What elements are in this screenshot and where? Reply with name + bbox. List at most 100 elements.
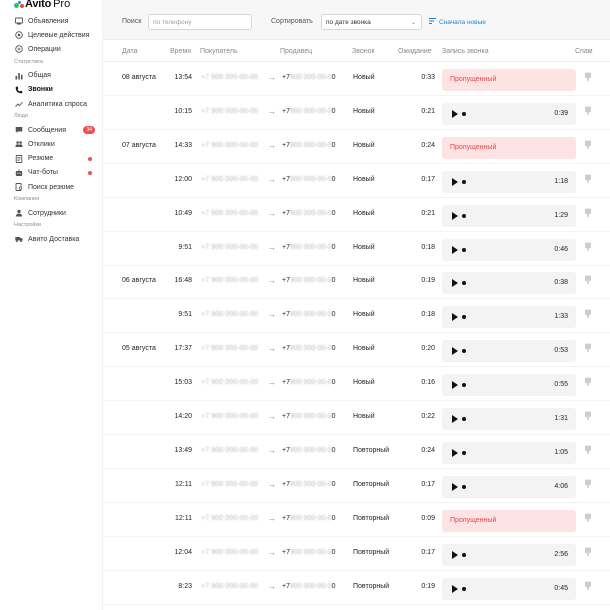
seller-phone[interactable]: +7900 000-00-00: [282, 447, 336, 454]
buyer-phone[interactable]: +7 900 000-00-00: [201, 311, 258, 318]
buyer-phone[interactable]: +7 900 000-00-00: [201, 74, 258, 81]
seller-phone[interactable]: +7900 000-00-00: [282, 74, 336, 81]
sidebar-item[interactable]: Объявления: [15, 15, 101, 27]
audio-player[interactable]: 1:05: [442, 441, 576, 464]
spam-thumb-down-icon[interactable]: [584, 140, 592, 150]
audio-player[interactable]: 0:39: [442, 102, 576, 125]
avito-pro-logo[interactable]: Avito Pro: [14, 0, 70, 11]
audio-progress-knob[interactable]: [462, 213, 466, 218]
spam-thumb-down-icon[interactable]: [584, 343, 592, 353]
seller-phone[interactable]: +7900 000-00-00: [282, 413, 336, 420]
play-icon[interactable]: [452, 550, 458, 559]
seller-phone[interactable]: +7900 000-00-00: [282, 481, 336, 488]
audio-player[interactable]: 0:46: [442, 238, 576, 261]
table-row[interactable]: 08 августа 13:54 +7 900 000-00-00 → +7900 00…: [103, 62, 610, 96]
spam-thumb-down-icon[interactable]: [584, 309, 592, 319]
table-row[interactable]: 13:49 +7 900 000-00-00 → +7900 000-00-00 Пов…: [103, 435, 610, 469]
audio-player[interactable]: 1:33: [442, 306, 576, 329]
audio-progress-knob[interactable]: [462, 552, 466, 557]
audio-progress-knob[interactable]: [462, 450, 466, 455]
play-icon[interactable]: [452, 279, 458, 288]
play-icon[interactable]: [452, 415, 458, 423]
play-icon[interactable]: [452, 448, 458, 457]
play-icon[interactable]: [452, 245, 458, 254]
seller-phone[interactable]: +7900 000-00-00: [282, 244, 336, 251]
spam-thumb-down-icon[interactable]: [584, 547, 592, 557]
spam-thumb-down-icon[interactable]: [584, 445, 592, 455]
play-icon[interactable]: [452, 381, 458, 390]
buyer-phone[interactable]: +7 900 000-00-00: [201, 379, 258, 386]
buyer-phone[interactable]: +7 900 000-00-00: [201, 515, 258, 522]
audio-player[interactable]: 0:45: [442, 577, 576, 600]
spam-thumb-down-icon[interactable]: [584, 208, 592, 218]
seller-phone[interactable]: +7900 000-00-00: [282, 345, 336, 352]
play-icon[interactable]: [452, 109, 458, 118]
phone-search-input[interactable]: [148, 14, 252, 30]
seller-phone[interactable]: +7900 000-00-00: [282, 549, 336, 556]
seller-phone[interactable]: +7900 000-00-00: [282, 277, 336, 284]
table-row[interactable]: 12:00 +7 900 000-00-00 → +7900 000-00-00 Нов…: [103, 164, 610, 198]
spam-thumb-down-icon[interactable]: [584, 106, 592, 116]
play-icon[interactable]: [452, 347, 458, 356]
audio-player[interactable]: 0:38: [442, 272, 576, 295]
buyer-phone[interactable]: +7 900 000-00-00: [201, 583, 258, 590]
table-row[interactable]: 9:51 +7 900 000-00-00 → +7900 000-00-00 Новы…: [103, 299, 610, 334]
play-icon[interactable]: [452, 482, 458, 491]
audio-player[interactable]: 1:18: [442, 170, 576, 193]
audio-progress-knob[interactable]: [462, 247, 466, 252]
sidebar-item[interactable]: Поиск резюме: [15, 181, 101, 193]
buyer-phone[interactable]: +7 900 000-00-00: [201, 108, 258, 115]
spam-thumb-down-icon[interactable]: [584, 513, 592, 523]
table-row[interactable]: 06 августа 16:48 +7 900 000-00-00 → +7900 00…: [103, 265, 610, 300]
sidebar-item[interactable]: Сообщения 34: [15, 124, 101, 136]
buyer-phone[interactable]: +7 900 000-00-00: [201, 481, 258, 488]
audio-player[interactable]: 1:29: [442, 204, 576, 227]
audio-progress-knob[interactable]: [462, 179, 466, 184]
spam-thumb-down-icon[interactable]: [584, 72, 592, 82]
audio-progress-knob[interactable]: [462, 349, 466, 354]
sidebar-item[interactable]: Авито Доставка: [15, 233, 101, 245]
table-row[interactable]: 8:23 +7 900 000-00-00 → +7900 000-00-00 Повт…: [103, 571, 610, 605]
sidebar-item[interactable]: Чат-боты: [15, 167, 101, 179]
buyer-phone[interactable]: +7 900 000-00-00: [201, 447, 258, 454]
buyer-phone[interactable]: +7 900 000-00-00: [201, 210, 258, 217]
table-row[interactable]: 10:49 +7 900 000-00-00 → +7900 000-00-00 Нов…: [103, 198, 610, 232]
audio-player[interactable]: 0:55: [442, 374, 576, 397]
sidebar-item[interactable]: Отклики: [15, 138, 101, 150]
sidebar-item[interactable]: Аналитика спроса: [15, 98, 101, 110]
seller-phone[interactable]: +7900 000-00-00: [282, 176, 336, 183]
sidebar-item[interactable]: Звонки: [15, 84, 101, 96]
play-icon[interactable]: [452, 177, 458, 186]
spam-thumb-down-icon[interactable]: [584, 377, 592, 387]
sidebar-item[interactable]: Целевые действия: [15, 29, 101, 41]
buyer-phone[interactable]: +7 900 000-00-00: [201, 549, 258, 556]
seller-phone[interactable]: +7900 000-00-00: [282, 583, 336, 590]
seller-phone[interactable]: +7900 000-00-00: [282, 210, 336, 217]
seller-phone[interactable]: +7900 000-00-00: [282, 379, 336, 386]
table-row[interactable]: 15:03 +7 900 000-00-00 → +7900 000-00-00 Нов…: [103, 367, 610, 402]
seller-phone[interactable]: +7900 000-00-00: [282, 311, 336, 318]
buyer-phone[interactable]: +7 900 000-00-00: [201, 277, 258, 284]
audio-progress-knob[interactable]: [462, 586, 466, 591]
audio-player[interactable]: 4:06: [442, 475, 576, 498]
spam-thumb-down-icon[interactable]: [584, 479, 592, 489]
audio-player[interactable]: 0:53: [442, 340, 576, 363]
spam-thumb-down-icon[interactable]: [584, 174, 592, 184]
spam-thumb-down-icon[interactable]: [584, 242, 592, 252]
table-row[interactable]: 12:11 +7 900 000-00-00 → +7900 000-00-00 Пов…: [103, 469, 610, 503]
spam-thumb-down-icon[interactable]: [584, 275, 592, 285]
buyer-phone[interactable]: +7 900 000-00-00: [201, 142, 258, 149]
seller-phone[interactable]: +7900 000-00-00: [282, 515, 336, 522]
spam-thumb-down-icon[interactable]: [584, 411, 592, 421]
table-row[interactable]: 07 августа 14:33 +7 900 000-00-00 → +7900 00…: [103, 130, 610, 164]
table-row[interactable]: 05 августа 17:37 +7 900 000-00-00 → +7900 00…: [103, 333, 610, 368]
play-icon[interactable]: [452, 313, 458, 322]
spam-thumb-down-icon[interactable]: [584, 581, 592, 591]
table-row[interactable]: 9:51 +7 900 000-00-00 → +7900 000-00-00 Новы…: [103, 232, 610, 266]
audio-player[interactable]: 2:56: [442, 543, 576, 566]
audio-progress-knob[interactable]: [462, 484, 466, 489]
seller-phone[interactable]: +7900 000-00-00: [282, 142, 336, 149]
sort-order-toggle[interactable]: Сначала новые: [429, 18, 486, 26]
sidebar-item[interactable]: Общая: [15, 70, 101, 82]
sidebar-item[interactable]: Резюме: [15, 153, 101, 165]
